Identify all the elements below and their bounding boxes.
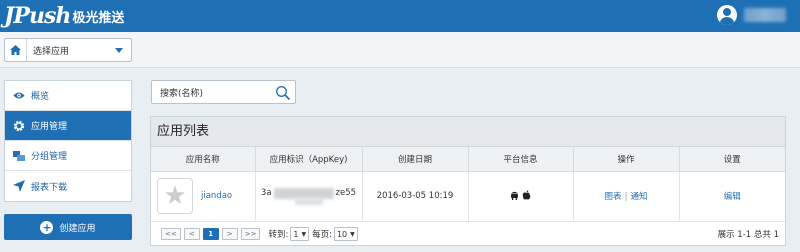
search-box — [151, 80, 296, 104]
jpush-logo[interactable]: JPush 极光推送 — [4, 2, 124, 30]
gear-icon — [13, 120, 25, 132]
prev-page-button[interactable]: < — [183, 228, 200, 240]
current-page-button[interactable]: 1 — [202, 228, 219, 240]
notify-link[interactable]: 通知 — [630, 192, 647, 202]
column-header: 设置 — [679, 147, 785, 172]
chevron-down-icon — [115, 47, 123, 53]
create-app-label: 创建应用 — [59, 223, 96, 234]
app-name-cell: ★ jiandao — [151, 171, 256, 222]
sidebar-item-group-management[interactable]: 分组管理 — [5, 141, 131, 171]
column-header: 平台信息 — [468, 147, 574, 172]
app-table: 应用名称 应用标识（AppKey) 创建日期 平台信息 操作 设置 ★ jian… — [151, 147, 785, 222]
send-icon — [13, 180, 25, 192]
username-redacted[interactable] — [744, 8, 786, 22]
sidebar-item-label: 分组管理 — [31, 152, 68, 162]
group-icon — [13, 150, 25, 162]
table-row: ★ jiandao 3a ze55 2016-03-05 10:19 图表 | … — [151, 171, 785, 222]
column-header: 应用名称 — [151, 147, 256, 172]
appkey-end: ze55 — [335, 188, 357, 198]
per-page-label: 每页: — [312, 230, 332, 240]
home-icon[interactable] — [5, 39, 27, 61]
platform-cell — [468, 171, 574, 222]
per-page-select[interactable]: 10 ▼ — [333, 227, 358, 241]
user-avatar-icon[interactable] — [717, 5, 737, 25]
column-header: 应用标识（AppKey) — [255, 147, 363, 172]
search-input[interactable] — [152, 87, 272, 97]
first-page-button[interactable]: << — [161, 228, 181, 240]
pagination-info: 展示 1-1 总共 1 — [717, 230, 779, 240]
column-header: 操作 — [573, 147, 680, 172]
app-select-label: 选择应用 — [33, 46, 70, 57]
chevron-down-icon: ▼ — [350, 230, 355, 238]
sidebar-item-report-download[interactable]: 报表下载 — [5, 171, 131, 201]
chevron-down-icon: ▼ — [301, 230, 307, 238]
actions-cell: 图表 | 通知 — [573, 171, 680, 222]
goto-label: 转到: — [268, 230, 289, 240]
app-select-dropdown[interactable]: 选择应用 — [4, 38, 132, 62]
eye-icon — [13, 90, 25, 102]
star-icon: ★ — [157, 178, 193, 214]
sidebar-item-label: 应用管理 — [31, 122, 68, 132]
sidebar-nav: 概览 应用管理 分组管理 报表下载 — [4, 80, 132, 202]
top-header: JPush 极光推送 — [0, 0, 800, 32]
sidebar-item-label: 概览 — [31, 92, 50, 102]
column-header: 创建日期 — [362, 147, 469, 172]
search-icon[interactable] — [275, 85, 291, 101]
sidebar-item-app-management[interactable]: 应用管理 — [5, 111, 131, 141]
app-selector-bar: 选择应用 — [0, 32, 800, 68]
create-app-button[interactable]: + 创建应用 — [4, 214, 132, 240]
panel-title: 应用列表 — [151, 117, 785, 147]
appkey-start: 3a — [260, 188, 272, 198]
last-page-button[interactable]: >> — [240, 228, 261, 240]
pagination: << < 1 > >> 转到: 1 ▼ 每页: 10 ▼ 展示 1-1 总共 1 — [151, 223, 785, 245]
created-date-cell: 2016-03-05 10:19 — [362, 171, 469, 222]
android-icon — [510, 190, 519, 203]
plus-icon: + — [40, 220, 54, 234]
appkey-redacted — [273, 187, 334, 199]
sidebar-item-overview[interactable]: 概览 — [5, 81, 131, 111]
chart-link[interactable]: 图表 — [605, 192, 622, 202]
edit-link[interactable]: 编辑 — [724, 192, 741, 202]
goto-page-select[interactable]: 1 ▼ — [290, 227, 310, 241]
app-list-panel: 应用列表 应用名称 应用标识（AppKey) 创建日期 平台信息 操作 设置 ★… — [150, 116, 786, 246]
sidebar-item-label: 报表下载 — [31, 182, 68, 193]
table-header-row: 应用名称 应用标识（AppKey) 创建日期 平台信息 操作 设置 — [151, 147, 785, 172]
next-page-button[interactable]: > — [221, 228, 238, 240]
settings-cell: 编辑 — [679, 171, 785, 222]
apple-icon — [522, 189, 531, 203]
appkey-redacted-line2 — [294, 199, 323, 205]
app-name-link[interactable]: jiandao — [201, 191, 232, 201]
appkey-cell: 3a ze55 — [255, 171, 363, 222]
